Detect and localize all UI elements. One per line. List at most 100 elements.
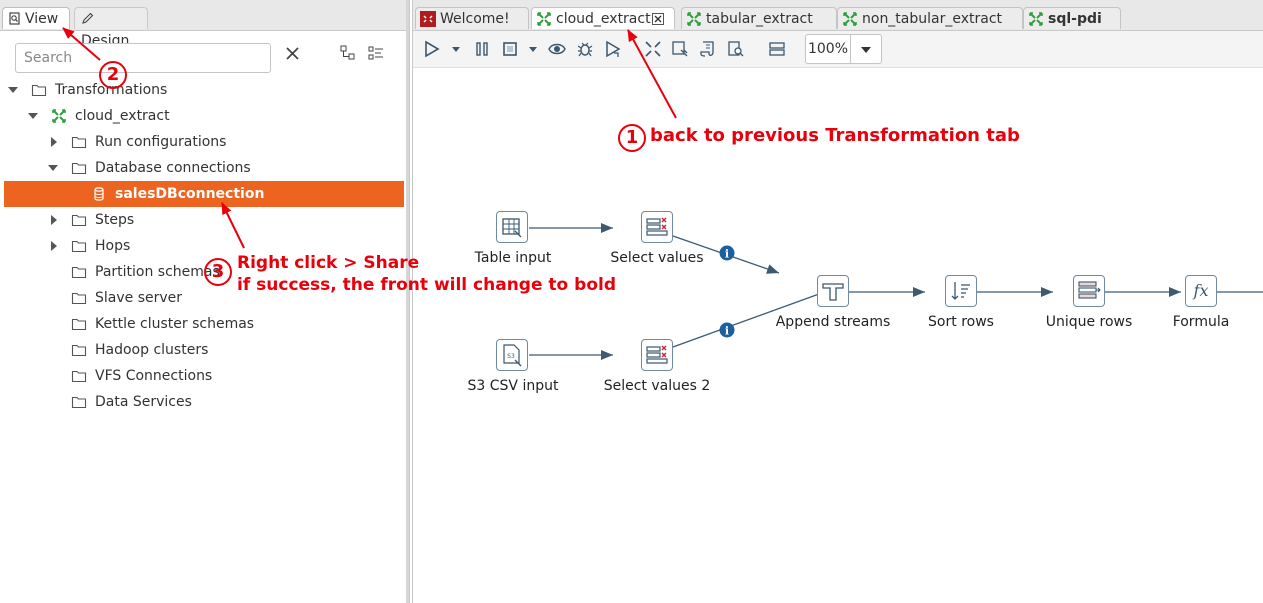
view-icon xyxy=(9,12,20,25)
step-select-values[interactable] xyxy=(641,211,673,243)
tab-tabular-extract[interactable]: tabular_extract xyxy=(681,7,837,29)
select-values-icon xyxy=(646,217,668,236)
tree-item-database-connections[interactable]: Database connections xyxy=(0,155,404,181)
chevron-down-icon[interactable] xyxy=(450,40,462,58)
table-input-icon xyxy=(502,218,522,238)
clear-search-icon[interactable] xyxy=(282,43,304,65)
step-s3-csv-input[interactable]: S3 xyxy=(496,339,528,371)
step-unique-rows[interactable] xyxy=(1073,275,1105,307)
tree-item-label: Data Services xyxy=(95,394,192,410)
expand-arrow-icon[interactable] xyxy=(51,215,57,225)
show-results-icon[interactable] xyxy=(768,40,786,58)
folder-icon xyxy=(71,318,87,331)
tree-item-label: Hadoop clusters xyxy=(95,342,209,358)
search-input[interactable] xyxy=(15,43,271,73)
tree-item-hadoop-clusters[interactable]: Hadoop clusters xyxy=(0,337,404,363)
tree-item-label: Kettle cluster schemas xyxy=(95,316,255,332)
tab-welcome[interactable]: Welcome! xyxy=(415,7,529,29)
pencil-icon xyxy=(82,12,94,24)
step-formula[interactable]: fx xyxy=(1185,275,1217,307)
annotation-badge-1: 1 xyxy=(618,124,646,152)
tab-view[interactable]: View xyxy=(2,7,70,29)
chevron-down-icon[interactable] xyxy=(527,40,539,58)
welcome-icon xyxy=(420,11,436,27)
append-streams-icon xyxy=(822,283,844,301)
expand-arrow-icon[interactable] xyxy=(48,165,58,171)
close-tab-icon[interactable] xyxy=(652,13,664,25)
splitter[interactable] xyxy=(406,0,409,603)
sql-icon[interactable] xyxy=(699,40,717,58)
zoom-dropdown[interactable] xyxy=(850,34,882,64)
annotation-badge-3: 3 xyxy=(204,258,232,286)
step-append-streams[interactable] xyxy=(817,275,849,307)
tab-non-tabular-extract[interactable]: non_tabular_extract xyxy=(837,7,1023,29)
zoom-field[interactable]: 100% xyxy=(805,34,851,64)
pause-icon[interactable] xyxy=(473,40,491,58)
left-tab-bar: View Design xyxy=(0,0,409,49)
tab-label: sql-pdi xyxy=(1048,11,1102,27)
explore-db-icon[interactable] xyxy=(727,40,745,58)
editor-tab-bar: Welcome! cloud_extract tabular_extract n… xyxy=(413,0,1263,31)
folder-icon xyxy=(31,84,47,97)
tab-cloud-extract[interactable]: cloud_extract xyxy=(531,7,675,29)
tree-item-label: VFS Connections xyxy=(95,368,213,384)
transformation-icon xyxy=(843,12,857,26)
transformation-icon xyxy=(52,109,66,123)
tree-item-label: Partition schemas xyxy=(95,264,220,280)
tree-item-kettle-cluster-schemas[interactable]: Kettle cluster schemas xyxy=(0,311,404,337)
info-icon[interactable]: i xyxy=(719,322,735,338)
tree-item-cloud-extract[interactable]: cloud_extract xyxy=(0,103,404,129)
step-table-input[interactable] xyxy=(496,211,528,243)
expand-arrow-icon[interactable] xyxy=(51,137,57,147)
expand-arrow-icon[interactable] xyxy=(8,87,18,93)
s3-csv-icon: S3 xyxy=(503,344,522,367)
editor-panel: Welcome! cloud_extract tabular_extract n… xyxy=(412,0,1263,603)
chevron-down-icon xyxy=(861,47,871,53)
sort-rows-icon xyxy=(951,282,970,300)
svg-text:i: i xyxy=(725,325,729,338)
step-label: Table input xyxy=(474,250,552,266)
hops-layer: i i xyxy=(529,223,1263,360)
step-label: Select values 2 xyxy=(603,378,711,394)
tree-item-label: Hops xyxy=(95,238,131,254)
expand-tree-icon[interactable] xyxy=(367,44,385,62)
folder-icon xyxy=(71,162,87,175)
tab-label: tabular_extract xyxy=(706,11,813,27)
replay-icon[interactable] xyxy=(604,40,622,58)
transformation-canvas[interactable]: i i Table input Select values S3 S3 CSV … xyxy=(413,68,1263,603)
transformation-icon xyxy=(687,12,701,26)
select-values-icon xyxy=(646,345,668,364)
tab-sql-pdi[interactable]: sql-pdi xyxy=(1023,7,1121,29)
step-label: Sort rows xyxy=(928,314,994,330)
step-label: Formula xyxy=(1172,314,1230,330)
tree-item-data-services[interactable]: Data Services xyxy=(0,389,404,415)
svg-text:S3: S3 xyxy=(507,353,515,360)
expand-arrow-icon[interactable] xyxy=(28,113,38,119)
stop-icon[interactable] xyxy=(501,40,519,58)
toolbar: 100% xyxy=(413,31,1263,68)
tree-item-steps[interactable]: Steps xyxy=(0,207,404,233)
debug-icon[interactable] xyxy=(576,40,594,58)
verify-icon[interactable] xyxy=(644,40,662,58)
tree-item-run-configurations[interactable]: Run configurations xyxy=(0,129,404,155)
annotation-text-3a: Right click > Share xyxy=(237,253,420,273)
step-sort-rows[interactable] xyxy=(945,275,977,307)
folder-icon xyxy=(71,136,87,149)
step-select-values-2[interactable] xyxy=(641,339,673,371)
info-icon[interactable]: i xyxy=(719,245,735,261)
folder-icon xyxy=(71,396,87,409)
impact-icon[interactable] xyxy=(671,40,689,58)
tree-item-vfs-connections[interactable]: VFS Connections xyxy=(0,363,404,389)
tree-item-label: Steps xyxy=(95,212,135,228)
transformation-icon xyxy=(537,12,551,26)
annotation-badge-2: 2 xyxy=(99,61,127,89)
expand-arrow-icon[interactable] xyxy=(51,241,57,251)
collapse-tree-icon[interactable] xyxy=(339,44,357,62)
tab-design[interactable]: Design xyxy=(74,7,148,49)
folder-icon xyxy=(71,370,87,383)
preview-icon[interactable] xyxy=(548,40,566,58)
tree-item-label: cloud_extract xyxy=(75,108,170,124)
tree-item-salesdbconnection[interactable]: salesDBconnection xyxy=(4,181,404,207)
tree-item-transformations[interactable]: Transformations xyxy=(0,77,404,103)
run-icon[interactable] xyxy=(423,40,441,58)
